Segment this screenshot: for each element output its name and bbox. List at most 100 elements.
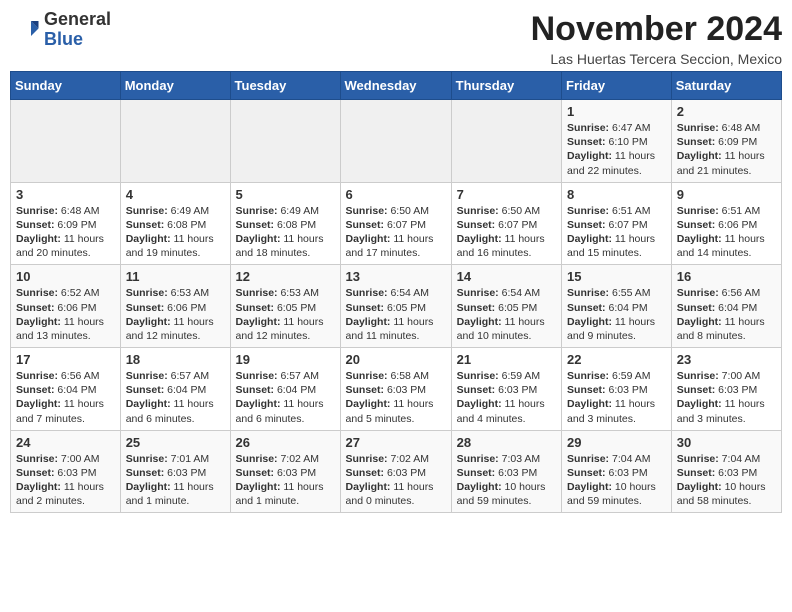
- calendar-cell: 2 Sunrise: 6:48 AMSunset: 6:09 PMDaylight…: [671, 100, 781, 183]
- day-info: Sunset: 6:06 PM: [126, 301, 225, 315]
- day-info: Daylight: 11 hours and 1 minute.: [236, 480, 335, 508]
- day-info: Sunrise: 6:51 AM: [567, 204, 666, 218]
- day-info: Sunrise: 6:53 AM: [236, 286, 335, 300]
- day-info: Daylight: 11 hours and 13 minutes.: [16, 315, 115, 343]
- day-info: Daylight: 11 hours and 6 minutes.: [126, 397, 225, 425]
- weekday-header-row: SundayMondayTuesdayWednesdayThursdayFrid…: [11, 72, 782, 100]
- calendar-cell: 27Sunrise: 7:02 AMSunset: 6:03 PMDayligh…: [340, 430, 451, 513]
- day-info: Daylight: 11 hours and 7 minutes.: [16, 397, 115, 425]
- day-number: 24: [16, 435, 115, 450]
- calendar-cell: 19Sunrise: 6:57 AMSunset: 6:04 PMDayligh…: [230, 348, 340, 431]
- day-number: 12: [236, 269, 335, 284]
- calendar-cell: 14Sunrise: 6:54 AMSunset: 6:05 PMDayligh…: [451, 265, 561, 348]
- day-number: 18: [126, 352, 225, 367]
- day-info: Sunrise: 6:50 AM: [346, 204, 446, 218]
- day-info: Sunset: 6:03 PM: [126, 466, 225, 480]
- day-info: Sunset: 6:06 PM: [16, 301, 115, 315]
- weekday-header-thursday: Thursday: [451, 72, 561, 100]
- day-info: Sunrise: 7:00 AM: [677, 369, 776, 383]
- day-info: Sunrise: 6:58 AM: [346, 369, 446, 383]
- calendar-cell: [11, 100, 121, 183]
- day-info: Sunset: 6:09 PM: [677, 135, 776, 149]
- calendar-cell: 20Sunrise: 6:58 AMSunset: 6:03 PMDayligh…: [340, 348, 451, 431]
- page-header: General Blue November 2024 Las Huertas T…: [10, 10, 782, 67]
- day-info: Daylight: 11 hours and 11 minutes.: [346, 315, 446, 343]
- calendar-cell: 7Sunrise: 6:50 AMSunset: 6:07 PMDaylight…: [451, 182, 561, 265]
- day-info: Sunrise: 6:48 AM: [677, 121, 776, 135]
- day-info: Sunset: 6:08 PM: [126, 218, 225, 232]
- day-info: Daylight: 11 hours and 5 minutes.: [346, 397, 446, 425]
- day-info: Sunset: 6:05 PM: [346, 301, 446, 315]
- day-info: Sunset: 6:07 PM: [346, 218, 446, 232]
- day-info: Daylight: 11 hours and 12 minutes.: [126, 315, 225, 343]
- calendar-cell: 12Sunrise: 6:53 AMSunset: 6:05 PMDayligh…: [230, 265, 340, 348]
- calendar-week-row: 24Sunrise: 7:00 AMSunset: 6:03 PMDayligh…: [11, 430, 782, 513]
- day-info: Sunrise: 6:52 AM: [16, 286, 115, 300]
- day-info: Sunset: 6:03 PM: [677, 466, 776, 480]
- day-info: Daylight: 10 hours and 59 minutes.: [457, 480, 556, 508]
- day-info: Daylight: 11 hours and 1 minute.: [126, 480, 225, 508]
- day-info: Sunset: 6:06 PM: [677, 218, 776, 232]
- day-info: Sunrise: 7:04 AM: [677, 452, 776, 466]
- day-info: Daylight: 11 hours and 21 minutes.: [677, 149, 776, 177]
- day-info: Sunrise: 6:54 AM: [346, 286, 446, 300]
- day-info: Sunrise: 6:56 AM: [16, 369, 115, 383]
- day-info: Sunrise: 6:49 AM: [236, 204, 335, 218]
- day-info: Sunrise: 7:02 AM: [236, 452, 335, 466]
- day-number: 22: [567, 352, 666, 367]
- calendar-week-row: 17Sunrise: 6:56 AMSunset: 6:04 PMDayligh…: [11, 348, 782, 431]
- calendar-cell: 6Sunrise: 6:50 AMSunset: 6:07 PMDaylight…: [340, 182, 451, 265]
- calendar-week-row: 3Sunrise: 6:48 AMSunset: 6:09 PMDaylight…: [11, 182, 782, 265]
- day-info: Daylight: 11 hours and 8 minutes.: [677, 315, 776, 343]
- day-info: Daylight: 11 hours and 22 minutes.: [567, 149, 666, 177]
- day-info: Sunset: 6:08 PM: [236, 218, 335, 232]
- day-number: 5: [236, 187, 335, 202]
- calendar-cell: 24Sunrise: 7:00 AMSunset: 6:03 PMDayligh…: [11, 430, 121, 513]
- calendar-cell: 4Sunrise: 6:49 AMSunset: 6:08 PMDaylight…: [120, 182, 230, 265]
- calendar-week-row: 10Sunrise: 6:52 AMSunset: 6:06 PMDayligh…: [11, 265, 782, 348]
- weekday-header-tuesday: Tuesday: [230, 72, 340, 100]
- title-section: November 2024 Las Huertas Tercera Seccio…: [531, 10, 782, 67]
- calendar-cell: [451, 100, 561, 183]
- day-number: 29: [567, 435, 666, 450]
- day-info: Sunrise: 7:02 AM: [346, 452, 446, 466]
- day-info: Daylight: 11 hours and 9 minutes.: [567, 315, 666, 343]
- day-info: Sunset: 6:04 PM: [16, 383, 115, 397]
- day-number: 13: [346, 269, 446, 284]
- day-info: Daylight: 11 hours and 3 minutes.: [677, 397, 776, 425]
- day-info: Sunrise: 6:57 AM: [236, 369, 335, 383]
- day-info: Sunrise: 7:00 AM: [16, 452, 115, 466]
- calendar-cell: 30Sunrise: 7:04 AMSunset: 6:03 PMDayligh…: [671, 430, 781, 513]
- day-info: Sunrise: 6:57 AM: [126, 369, 225, 383]
- day-number: 26: [236, 435, 335, 450]
- month-title: November 2024: [531, 10, 782, 49]
- day-info: Daylight: 11 hours and 16 minutes.: [457, 232, 556, 260]
- day-number: 2: [677, 104, 776, 119]
- day-info: Sunset: 6:07 PM: [457, 218, 556, 232]
- day-number: 8: [567, 187, 666, 202]
- day-info: Daylight: 11 hours and 14 minutes.: [677, 232, 776, 260]
- day-number: 15: [567, 269, 666, 284]
- day-info: Sunrise: 6:59 AM: [567, 369, 666, 383]
- calendar-cell: [340, 100, 451, 183]
- day-info: Sunrise: 6:59 AM: [457, 369, 556, 383]
- calendar-cell: 8Sunrise: 6:51 AMSunset: 6:07 PMDaylight…: [562, 182, 672, 265]
- day-info: Sunset: 6:09 PM: [16, 218, 115, 232]
- day-number: 10: [16, 269, 115, 284]
- day-info: Daylight: 11 hours and 20 minutes.: [16, 232, 115, 260]
- day-info: Sunrise: 7:01 AM: [126, 452, 225, 466]
- day-number: 3: [16, 187, 115, 202]
- day-info: Sunrise: 7:03 AM: [457, 452, 556, 466]
- day-number: 21: [457, 352, 556, 367]
- calendar-cell: 13 Sunrise: 6:54 AMSunset: 6:05 PMDayligh…: [340, 265, 451, 348]
- day-number: 11: [126, 269, 225, 284]
- day-info: Sunrise: 6:54 AM: [457, 286, 556, 300]
- day-number: 9: [677, 187, 776, 202]
- day-info: Sunset: 6:03 PM: [457, 466, 556, 480]
- day-info: Sunset: 6:10 PM: [567, 135, 666, 149]
- day-info: Sunset: 6:03 PM: [236, 466, 335, 480]
- logo-icon: [10, 15, 40, 45]
- day-number: 14: [457, 269, 556, 284]
- day-info: Sunset: 6:03 PM: [346, 466, 446, 480]
- calendar-cell: 5Sunrise: 6:49 AMSunset: 6:08 PMDaylight…: [230, 182, 340, 265]
